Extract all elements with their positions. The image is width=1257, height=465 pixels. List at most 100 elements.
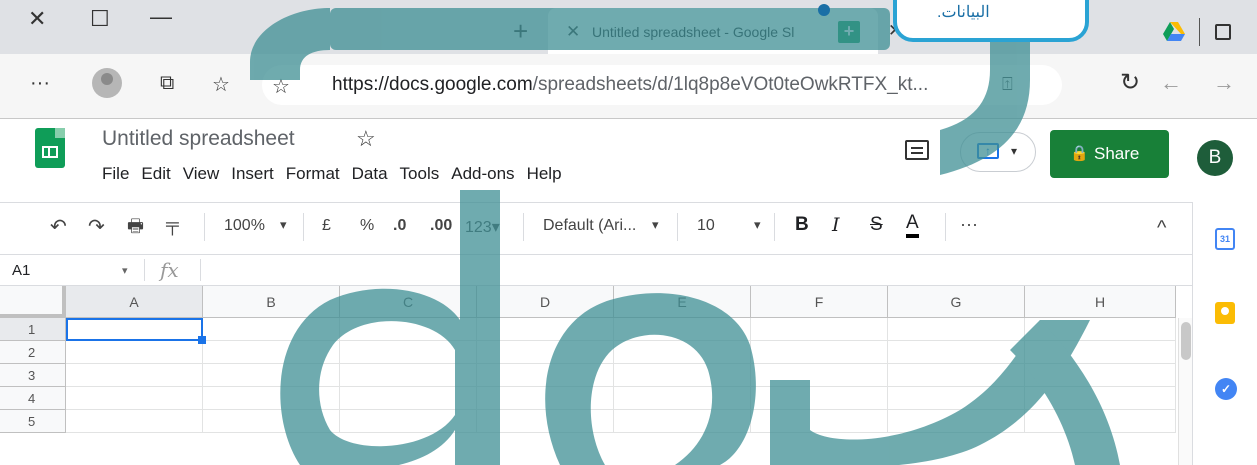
cell-H2[interactable]: [1025, 341, 1176, 364]
menu-data[interactable]: Data: [352, 164, 388, 184]
chevron-down-icon[interactable]: ▾: [280, 217, 287, 233]
cell-G5[interactable]: [888, 410, 1025, 433]
cell-F1[interactable]: [751, 318, 888, 341]
collapse-toolbar-icon[interactable]: ^: [1157, 217, 1166, 240]
lock-icon[interactable]: ⍐: [1002, 74, 1013, 95]
google-drive-icon[interactable]: [1163, 22, 1185, 42]
menu-tools[interactable]: Tools: [400, 164, 440, 184]
menu-file[interactable]: File: [102, 164, 129, 184]
menu-add-ons[interactable]: Add-ons: [451, 164, 514, 184]
percent-format-button[interactable]: %: [360, 217, 374, 235]
menu-view[interactable]: View: [183, 164, 220, 184]
favorites-list-icon[interactable]: ☆: [212, 72, 230, 97]
cell-A4[interactable]: [66, 387, 203, 410]
cell-B3[interactable]: [203, 364, 340, 387]
forward-icon[interactable]: →: [1213, 70, 1235, 96]
cell-H3[interactable]: [1025, 364, 1176, 387]
scrollbar-thumb[interactable]: [1181, 322, 1191, 360]
bold-button[interactable]: B: [795, 214, 809, 236]
cell-E5[interactable]: [614, 410, 751, 433]
close-tab-icon[interactable]: ✕: [566, 22, 580, 42]
print-icon[interactable]: 🖶: [127, 214, 144, 244]
cell-D5[interactable]: [477, 410, 614, 433]
cell-C4[interactable]: [340, 387, 477, 410]
column-header[interactable]: G: [888, 286, 1025, 318]
share-button[interactable]: 🔒 Share: [1050, 130, 1169, 178]
menu-help[interactable]: Help: [527, 164, 562, 184]
vertical-scrollbar[interactable]: [1178, 318, 1192, 465]
text-color-button[interactable]: A: [906, 212, 919, 238]
cell-G2[interactable]: [888, 341, 1025, 364]
cell-G1[interactable]: [888, 318, 1025, 341]
reload-icon[interactable]: ↻: [1120, 68, 1140, 97]
column-header[interactable]: B: [203, 286, 340, 318]
more-options-button[interactable]: ···: [960, 214, 978, 235]
add-favorite-icon[interactable]: ☆: [272, 74, 290, 99]
column-header[interactable]: C: [340, 286, 477, 318]
row-header[interactable]: 1: [0, 318, 66, 341]
chevron-down-icon[interactable]: ▾: [122, 264, 128, 277]
decrease-decimal-button[interactable]: .0: [393, 217, 406, 235]
redo-icon[interactable]: ↷: [88, 214, 105, 239]
url-field[interactable]: ☆ https://docs.google.com/spreadsheets/d…: [262, 65, 1062, 105]
keep-icon[interactable]: [1215, 302, 1235, 324]
cell-B5[interactable]: [203, 410, 340, 433]
cell-G4[interactable]: [888, 387, 1025, 410]
fill-handle[interactable]: [198, 336, 206, 344]
cell-G3[interactable]: [888, 364, 1025, 387]
sheets-logo-icon[interactable]: [35, 128, 65, 168]
column-header[interactable]: H: [1025, 286, 1176, 318]
cell-A5[interactable]: [66, 410, 203, 433]
close-window-button[interactable]: ✕: [28, 6, 46, 32]
cell-B2[interactable]: [203, 341, 340, 364]
column-header[interactable]: D: [477, 286, 614, 318]
column-header[interactable]: E: [614, 286, 751, 318]
cell-D3[interactable]: [477, 364, 614, 387]
row-header[interactable]: 5: [0, 410, 66, 433]
maximize-window-button[interactable]: ☐: [90, 6, 110, 32]
cell-F4[interactable]: [751, 387, 888, 410]
cell-H4[interactable]: [1025, 387, 1176, 410]
collections-icon[interactable]: ⧉: [160, 72, 174, 95]
cell-D2[interactable]: [477, 341, 614, 364]
cell-C1[interactable]: [340, 318, 477, 341]
cell-H5[interactable]: [1025, 410, 1176, 433]
font-size-select[interactable]: 10: [697, 217, 715, 235]
cell-E3[interactable]: [614, 364, 751, 387]
undo-icon[interactable]: ↶: [50, 214, 67, 239]
active-tab[interactable]: ✕ Untitled spreadsheet - Google Sl +: [548, 8, 878, 54]
row-header[interactable]: 2: [0, 341, 66, 364]
new-tab-button[interactable]: +: [513, 18, 528, 44]
star-icon[interactable]: ☆: [356, 126, 376, 152]
minimize-window-button[interactable]: —: [150, 4, 172, 30]
cell-E2[interactable]: [614, 341, 751, 364]
cell-F3[interactable]: [751, 364, 888, 387]
select-all-corner[interactable]: [0, 286, 66, 318]
cell-A2[interactable]: [66, 341, 203, 364]
more-formats-button[interactable]: 123▾: [465, 217, 500, 237]
cell-B1[interactable]: [203, 318, 340, 341]
menu-format[interactable]: Format: [286, 164, 340, 184]
browser-menu-button[interactable]: ···: [30, 72, 50, 95]
cell-E1[interactable]: [614, 318, 751, 341]
increase-decimal-button[interactable]: .00: [430, 217, 452, 235]
cell-H1[interactable]: [1025, 318, 1176, 341]
chevron-down-icon[interactable]: ▾: [652, 217, 659, 233]
cell-C3[interactable]: [340, 364, 477, 387]
currency-format-button[interactable]: £: [322, 217, 331, 235]
tasks-icon[interactable]: ✓: [1215, 378, 1237, 400]
cell-E4[interactable]: [614, 387, 751, 410]
cell-B4[interactable]: [203, 387, 340, 410]
back-icon[interactable]: ←: [1160, 70, 1182, 96]
calendar-icon[interactable]: 31: [1215, 228, 1235, 250]
menu-insert[interactable]: Insert: [231, 164, 274, 184]
name-box[interactable]: A1: [12, 262, 30, 279]
url-text[interactable]: https://docs.google.com/spreadsheets/d/1…: [332, 74, 928, 96]
chevron-down-icon[interactable]: ▾: [754, 217, 761, 233]
column-header[interactable]: F: [751, 286, 888, 318]
strikethrough-button[interactable]: S: [870, 214, 883, 236]
cell-A3[interactable]: [66, 364, 203, 387]
column-header[interactable]: A: [66, 286, 203, 318]
cell-D4[interactable]: [477, 387, 614, 410]
comment-history-icon[interactable]: [905, 140, 929, 160]
